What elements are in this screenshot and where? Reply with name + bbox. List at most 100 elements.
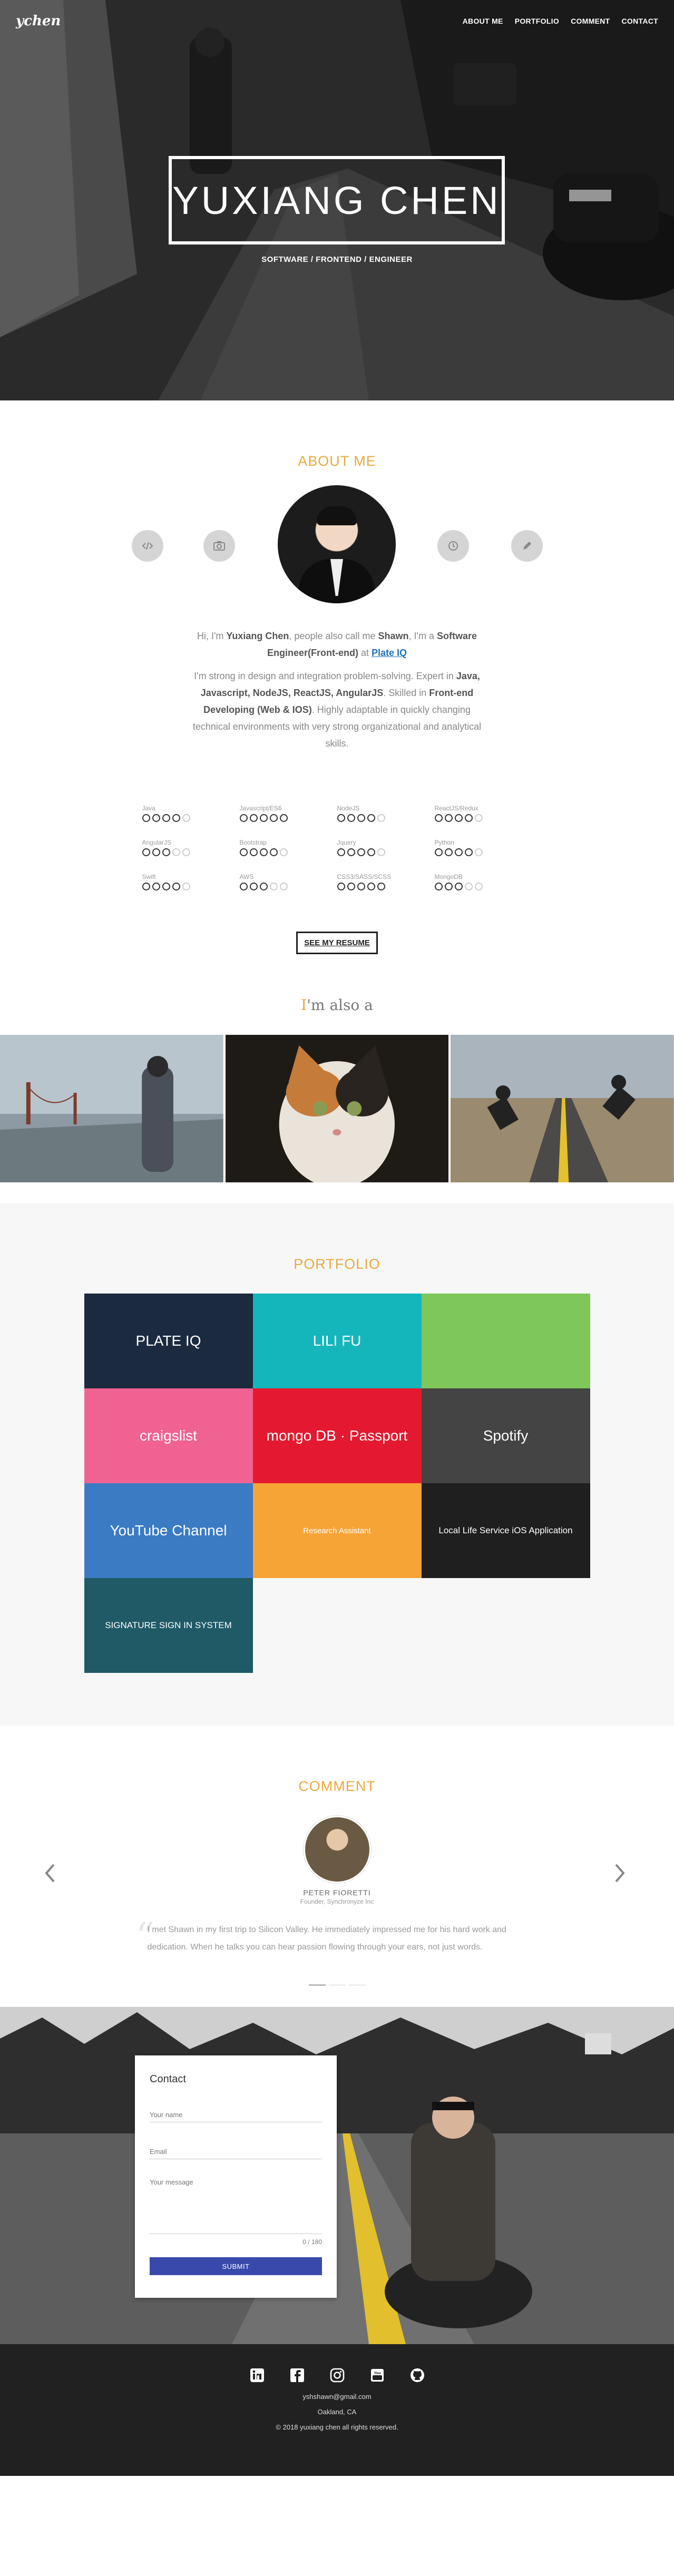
email-input[interactable] xyxy=(150,2148,322,2156)
footer-email[interactable]: yshshawn@gmail.com xyxy=(0,2393,674,2401)
skill-item: Bootstrap xyxy=(239,839,337,856)
pencil-icon xyxy=(511,530,543,562)
portfolio-title: PORTFOLIO xyxy=(294,1256,380,1272)
rating-dot xyxy=(377,848,385,856)
company-link[interactable]: Plate IQ xyxy=(372,648,407,658)
rating-dot xyxy=(162,814,170,822)
contact-background-photo xyxy=(0,2007,674,2344)
about-skills-text: I'm strong in design and integration pro… xyxy=(192,671,482,749)
portfolio-tile-label: Research Assistant xyxy=(303,1526,371,1535)
rating-dot xyxy=(347,883,355,890)
rating-dot xyxy=(259,814,268,822)
portfolio-tile[interactable]: mongo DB · Passport xyxy=(252,1388,422,1483)
rating-dot xyxy=(269,883,278,890)
portfolio-tile[interactable] xyxy=(421,1294,590,1388)
portfolio-tile-label: mongo DB · Passport xyxy=(266,1427,408,1444)
rating-dot xyxy=(239,814,248,822)
portfolio-tile[interactable]: Local Life Service iOS Application xyxy=(421,1483,590,1578)
skill-rating xyxy=(239,848,337,856)
rating-dot xyxy=(337,848,345,856)
portfolio-tile[interactable]: LILI FU xyxy=(252,1294,422,1388)
message-input[interactable] xyxy=(150,2178,322,2210)
skill-item: MongoDB xyxy=(434,873,532,890)
facebook-icon[interactable] xyxy=(287,2365,307,2385)
rating-dot xyxy=(249,848,258,856)
skill-name: Jquery xyxy=(337,839,356,846)
rating-dot xyxy=(249,883,258,890)
rating-dot xyxy=(434,848,443,856)
rating-dot xyxy=(182,848,190,856)
skill-item: Python xyxy=(434,839,532,856)
skill-rating xyxy=(337,814,435,822)
rating-dot xyxy=(249,814,258,822)
email-field-wrap xyxy=(150,2138,322,2159)
skill-item: Swift xyxy=(142,873,240,890)
rating-dot xyxy=(347,814,355,822)
submit-button[interactable]: SUBMIT xyxy=(150,2257,322,2275)
nav-links: ABOUT ME PORTFOLIO COMMENT CONTACT xyxy=(463,17,658,25)
next-arrow-icon[interactable] xyxy=(614,1863,627,1889)
rating-dot xyxy=(152,883,160,890)
rating-dot xyxy=(279,848,288,856)
instagram-icon[interactable] xyxy=(327,2365,347,2385)
site-logo[interactable]: ychen xyxy=(16,13,61,29)
skill-name: Java xyxy=(142,805,155,812)
skill-rating xyxy=(239,883,337,890)
skill-rating xyxy=(142,814,240,822)
portfolio-tile-label: SIGNATURE SIGN IN SYSTEM xyxy=(105,1620,232,1630)
nav-portfolio[interactable]: PORTFOLIO xyxy=(515,17,559,25)
portfolio-section: PORTFOLIO PLATE IQ LILI FU craigslist mongo… xyxy=(0,1203,674,1726)
contact-section: Contact 0 / 180 SUBMIT xyxy=(0,2007,674,2344)
nav-comment[interactable]: COMMENT xyxy=(571,17,610,25)
rating-dot xyxy=(259,848,268,856)
carousel-dot[interactable] xyxy=(308,1984,326,1986)
linkedin-icon[interactable] xyxy=(247,2365,267,2385)
about-title: ABOUT ME xyxy=(298,453,376,469)
portfolio-tile-label: YouTube Channel xyxy=(110,1522,227,1539)
rating-dot xyxy=(279,883,288,890)
rating-dot xyxy=(357,883,365,890)
resume-button[interactable]: SEE MY RESUME xyxy=(296,932,378,954)
skill-name: ReactJS/Redux xyxy=(434,805,478,812)
hero-name: YUXIANG CHEN xyxy=(172,178,501,222)
portfolio-tile[interactable]: YouTube Channel xyxy=(84,1483,253,1578)
photo-cat xyxy=(225,1035,449,1182)
hero-section: ychen ABOUT ME PORTFOLIO COMMENT CONTACT… xyxy=(0,0,674,400)
comment-section: COMMENT PETER FIORETTI Founder, Synchron… xyxy=(0,1726,674,2007)
youtube-icon[interactable]: You xyxy=(367,2365,387,2385)
rating-dot xyxy=(162,848,170,856)
rating-dot xyxy=(172,883,180,890)
portfolio-tile[interactable]: craigslist xyxy=(84,1388,253,1483)
hero-name-box: YUXIANG CHEN xyxy=(169,156,505,244)
message-field-wrap xyxy=(150,2175,322,2234)
top-nav: ychen ABOUT ME PORTFOLIO COMMENT CONTACT xyxy=(0,0,674,42)
portfolio-tile[interactable]: SIGNATURE SIGN IN SYSTEM xyxy=(84,1578,253,1673)
social-links: You xyxy=(0,2365,674,2385)
rating-dot xyxy=(444,814,453,822)
github-icon[interactable] xyxy=(407,2365,427,2385)
skill-name: CSS3/SASS/SCSS xyxy=(337,873,392,880)
rating-dot xyxy=(367,814,375,822)
about-intro: Hi, I'm Yuxiang Chen, people also call m… xyxy=(197,631,477,658)
name-input[interactable] xyxy=(150,2111,322,2119)
portfolio-tile-label: craigslist xyxy=(140,1427,197,1444)
prev-arrow-icon[interactable] xyxy=(43,1863,56,1889)
skill-item: Java xyxy=(142,805,240,822)
name-field-wrap xyxy=(150,2101,322,2122)
portfolio-tile[interactable]: Spotify xyxy=(421,1388,590,1483)
portfolio-tile-label: LILI FU xyxy=(312,1333,362,1349)
rating-dot xyxy=(337,883,345,890)
carousel-dot[interactable] xyxy=(348,1984,366,1986)
nav-about[interactable]: ABOUT ME xyxy=(463,17,503,25)
skill-rating xyxy=(239,814,337,822)
skill-name: NodeJS xyxy=(337,805,360,812)
rating-dot xyxy=(357,814,365,822)
rating-dot xyxy=(162,883,170,890)
carousel-dot[interactable] xyxy=(328,1984,346,1986)
quote-text: I met Shawn in my first trip to Silicon … xyxy=(147,1925,506,1952)
portfolio-tile[interactable]: Research Assistant xyxy=(252,1483,422,1578)
portfolio-tile-label: Spotify xyxy=(483,1427,529,1444)
portfolio-tile[interactable]: PLATE IQ xyxy=(84,1294,253,1388)
rating-dot xyxy=(464,883,473,890)
nav-contact[interactable]: CONTACT xyxy=(622,17,659,25)
